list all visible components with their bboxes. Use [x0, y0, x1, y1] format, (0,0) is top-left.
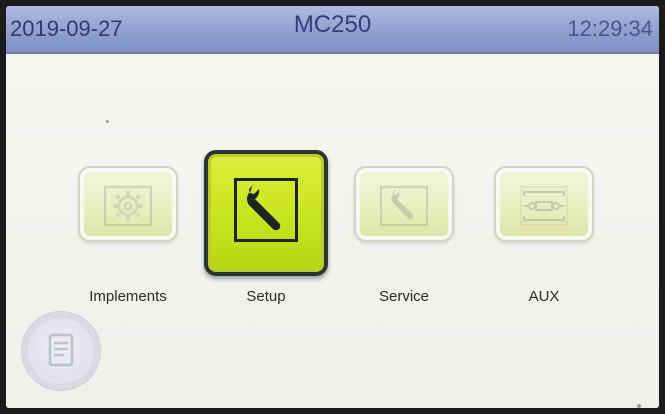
aux-icon-frame: [520, 186, 568, 226]
setup-label: Setup: [246, 288, 286, 305]
aux-button[interactable]: [494, 166, 594, 242]
gear-icon: [113, 191, 143, 221]
display-screen: 2019-09-27 MC250 12:29:34 Implements Set…: [6, 6, 659, 408]
valve-schematic-icon: [523, 191, 565, 221]
screen-speck: [637, 404, 641, 408]
setup-button[interactable]: [204, 150, 328, 276]
implements-icon-frame: [104, 186, 152, 226]
back-button[interactable]: [22, 312, 100, 390]
service-icon-frame: [380, 186, 428, 226]
service-button[interactable]: [354, 166, 454, 242]
wrench-icon: [391, 189, 414, 220]
screen-speck: [106, 120, 109, 123]
service-label: Service: [378, 288, 430, 305]
wrench-icon: [247, 184, 281, 231]
setup-icon-frame: [234, 178, 298, 242]
status-time: 12:29:34: [567, 16, 653, 41]
status-title: MC250: [293, 11, 372, 38]
implements-button[interactable]: [78, 166, 178, 242]
document-icon: [48, 333, 74, 367]
aux-label: AUX: [528, 288, 560, 305]
status-bar: 2019-09-27 MC250 12:29:34: [6, 6, 659, 54]
implements-label: Implements: [89, 288, 167, 305]
main-menu: Implements Setup Service AUX: [6, 54, 659, 408]
